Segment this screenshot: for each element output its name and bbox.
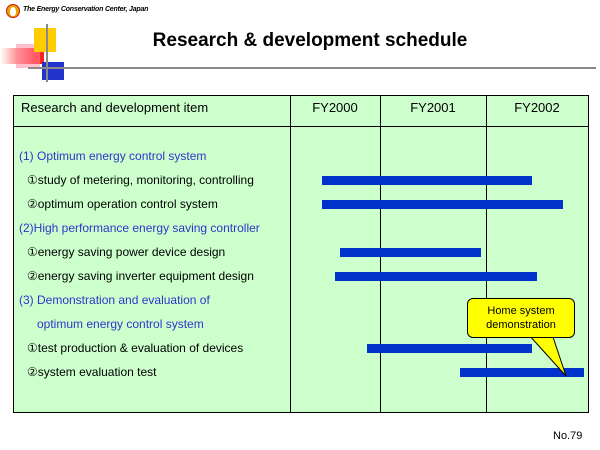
item-label: ①study of metering, monitoring, controll… [27, 173, 254, 187]
schedule-bar [335, 272, 537, 281]
item-label: ①test production & evaluation of devices [27, 341, 244, 355]
page-number: No.79 [553, 430, 583, 442]
logo-icon [6, 4, 20, 18]
organization-name: The Energy Conservation Center, Japan [23, 6, 149, 13]
schedule-bar [459, 368, 584, 377]
item-column-header: Research and development item [21, 100, 209, 115]
schedule-bar [339, 248, 481, 257]
item-label: ①energy saving power device design [27, 245, 226, 259]
callout-line-1: Home system [487, 305, 555, 317]
schedule-table: Research and development item FY2000 FY2… [13, 95, 589, 413]
item-label: ②optimum operation control system [27, 197, 218, 211]
schedule-bar [366, 344, 532, 353]
item-label: ②energy saving inverter equipment design [27, 269, 254, 283]
category-label: optimum energy control system [37, 317, 204, 331]
year-header-fy2001: FY2001 [410, 100, 456, 115]
schedule-bar [321, 176, 532, 185]
category-label: (3) Demonstration and evaluation of [19, 293, 210, 307]
home-system-callout: Home system demonstration [467, 298, 575, 338]
item-label: ②system evaluation test [27, 365, 157, 379]
title-underline [28, 67, 596, 69]
category-label: (2)High performance energy saving contro… [19, 221, 260, 235]
year-header-fy2002: FY2002 [514, 100, 560, 115]
schedule-bar [321, 200, 563, 209]
year-header-fy2000: FY2000 [312, 100, 358, 115]
column-divider-fy2000 [290, 96, 291, 412]
column-divider-fy2002 [486, 96, 487, 412]
page-title: Research & development schedule [152, 30, 468, 51]
header-divider [14, 126, 588, 127]
callout-line-2: demonstration [486, 319, 556, 331]
category-label: (1) Optimum energy control system [19, 149, 207, 163]
